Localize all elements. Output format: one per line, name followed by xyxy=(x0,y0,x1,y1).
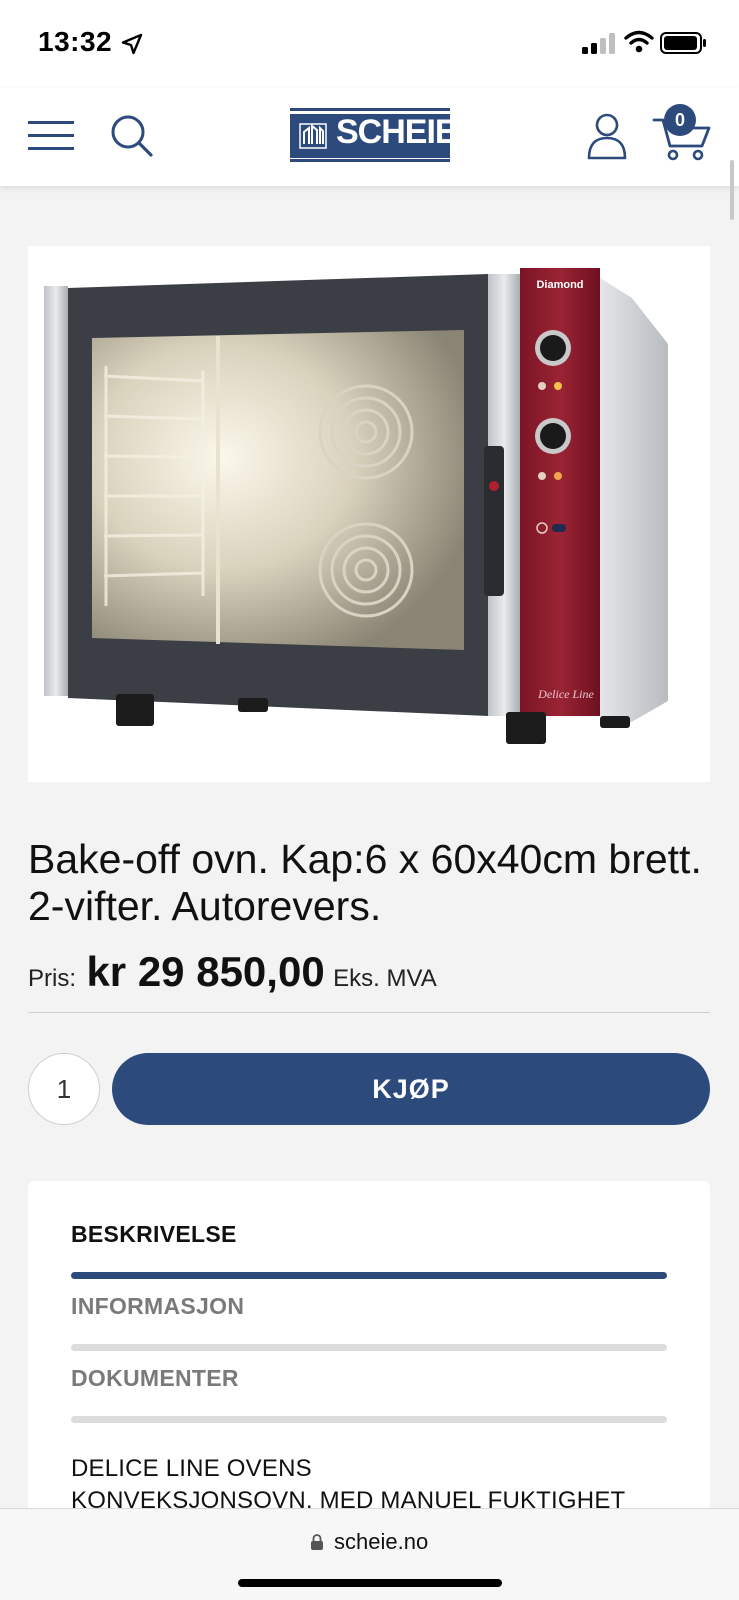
scheie-logo[interactable]: SCHEIE xyxy=(290,106,458,164)
browser-address-bar[interactable]: scheie.no xyxy=(0,1508,739,1600)
location-arrow-icon xyxy=(121,33,143,55)
tab-documents[interactable]: DOKUMENTER xyxy=(71,1365,239,1392)
scroll-indicator xyxy=(730,160,734,220)
tab-description-indicator xyxy=(71,1272,667,1279)
quantity-input[interactable]: 1 xyxy=(28,1053,100,1125)
product-info-card: BESKRIVELSE INFORMASJON DOKUMENTER DELIC… xyxy=(28,1181,710,1514)
buy-button[interactable]: KJØP xyxy=(112,1053,710,1125)
tab-documents-indicator xyxy=(71,1416,667,1423)
product-image[interactable]: Diamond Delice Line xyxy=(28,246,710,782)
logo-text: SCHEIE xyxy=(336,113,458,151)
tab-description[interactable]: BESKRIVELSE xyxy=(71,1221,237,1248)
tab-information[interactable]: INFORMASJON xyxy=(71,1293,244,1320)
panel-brand-text: Diamond xyxy=(536,279,583,291)
oven-illustration: Diamond Delice Line xyxy=(44,268,668,744)
description-heading: DELICE LINE OVENS xyxy=(71,1455,312,1482)
price-label: Pris: xyxy=(28,965,76,992)
tab-information-indicator xyxy=(71,1344,667,1351)
lock-icon xyxy=(311,1534,323,1550)
url-text: scheie.no xyxy=(334,1529,429,1554)
cellular-signal-icon xyxy=(582,33,615,54)
wifi-icon xyxy=(624,30,654,53)
user-account-icon[interactable] xyxy=(586,112,628,162)
price-vat-note: Eks. MVA xyxy=(333,965,437,992)
price-value: kr 29 850,00 xyxy=(86,948,325,995)
home-indicator[interactable] xyxy=(238,1579,502,1587)
hamburger-menu-icon[interactable] xyxy=(28,118,74,154)
panel-signature-text: Delice Line xyxy=(537,687,594,701)
status-time: 13:32 xyxy=(38,26,113,57)
status-bar: 13:32 xyxy=(0,0,739,88)
battery-icon xyxy=(660,32,706,54)
price-divider xyxy=(28,1012,710,1013)
product-title: Bake-off ovn. Kap:6 x 60x40cm brett. 2-v… xyxy=(28,836,702,929)
price-row: Pris: kr 29 850,00 Eks. MVA xyxy=(28,948,710,998)
cart-count-badge: 0 xyxy=(664,104,696,136)
site-header: SCHEIE 0 xyxy=(0,88,739,186)
search-icon[interactable] xyxy=(110,114,154,158)
